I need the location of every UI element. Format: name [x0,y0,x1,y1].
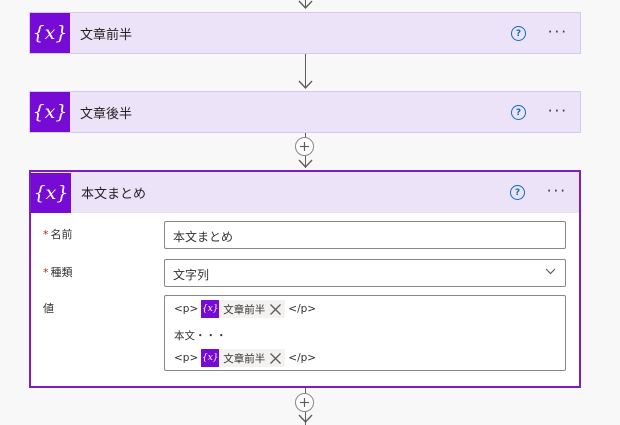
html-tag-close: </p> [288,303,317,315]
close-icon[interactable] [269,303,282,316]
add-step-button[interactable] [295,137,314,156]
html-tag-close: </p> [288,352,317,364]
chevron-down-icon [545,268,556,275]
value-label: 値 [43,302,54,315]
arrow-down-icon [298,414,313,424]
help-icon[interactable]: ? [511,105,526,120]
more-options-icon[interactable]: ··· [547,182,567,200]
card-title: 本文まとめ [81,187,147,202]
required-marker: * [43,266,49,279]
type-select[interactable]: 文字列 [164,259,566,287]
more-options-icon[interactable]: ··· [548,23,568,41]
plain-text: 本文・・・ [174,330,227,342]
card-header[interactable]: {x} 文章後半 ? ··· [30,92,580,132]
name-input-value: 本文まとめ [173,230,234,244]
name-label: * 名前 [43,226,73,242]
variable-icon: {x} [30,13,70,53]
type-label: * 種類 [43,264,73,280]
help-icon[interactable]: ? [511,26,526,41]
value-line-2: 本文・・・ [174,328,227,343]
name-input[interactable]: 本文まとめ [164,221,566,249]
arrow-down-icon [298,0,313,10]
variable-token[interactable]: {x} 文章前半 [201,300,286,318]
type-select-value: 文字列 [173,268,210,282]
value-editor[interactable]: <p> {x} 文章前半 </p> 本文・・・ <p> {x} 文章前半 </p… [164,295,566,371]
value-line-3: <p> {x} 文章前半 </p> [174,349,316,367]
action-card-2[interactable]: {x} 文章後半 ? ··· [29,91,581,133]
action-card-1[interactable]: {x} 文章前半 ? ··· [29,12,581,54]
close-icon[interactable] [269,352,282,365]
arrow-down-icon [298,80,313,90]
variable-icon: {x} [201,349,220,367]
card-title: 文章前半 [80,27,133,43]
card-header[interactable]: {x} 本文まとめ ? ··· [31,172,579,213]
card-header[interactable]: {x} 文章前半 ? ··· [30,13,580,53]
token-label: 文章前半 [223,352,266,365]
value-line-1: <p> {x} 文章前半 </p> [174,300,316,318]
variable-icon: {x} [30,92,70,132]
variable-icon: {x} [31,172,71,213]
more-options-icon[interactable]: ··· [548,102,568,120]
add-step-button[interactable] [295,393,314,412]
card-title: 文章後半 [80,106,133,122]
token-label: 文章前半 [223,303,266,316]
variable-token[interactable]: {x} 文章前半 [201,349,286,367]
help-icon[interactable]: ? [510,185,525,200]
type-label-text: 種類 [50,266,73,279]
plus-icon [300,398,309,407]
html-tag-open: <p> [174,352,199,364]
html-tag-open: <p> [174,303,199,315]
required-marker: * [43,228,49,241]
arrow-down-icon [298,159,313,169]
name-label-text: 名前 [50,228,73,241]
action-card-3-expanded[interactable]: {x} 本文まとめ ? ··· * 名前 本文まとめ * 種類 文字列 値 <p… [29,170,581,388]
variable-icon: {x} [201,300,220,318]
plus-icon [300,142,309,151]
flow-canvas: {x} 文章前半 ? ··· {x} 文章後半 ? ··· {x} 本文まとめ [0,0,620,425]
